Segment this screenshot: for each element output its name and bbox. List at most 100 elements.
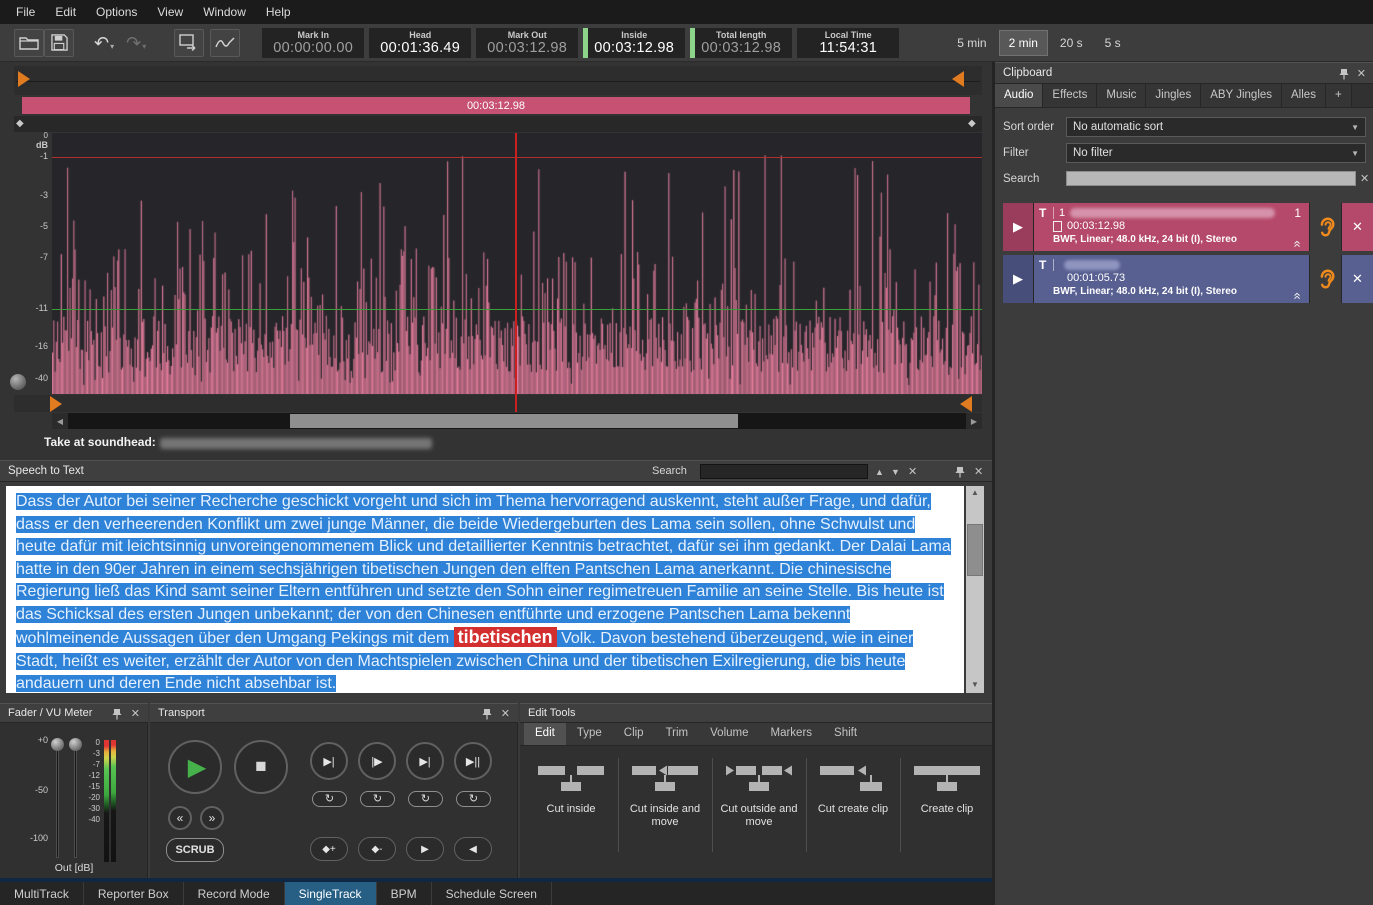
zoom-button-2min[interactable]: 2 min [999,30,1048,56]
tool-create-clip[interactable]: Create clip [900,752,994,816]
level-line[interactable] [52,309,982,310]
tab-type[interactable]: Type [566,723,613,745]
clipboard-item-2[interactable]: ▶ T 00:01:05.73 BWF, Linear; 48.0 kHz, 2… [1003,255,1373,303]
playhead[interactable] [515,133,517,412]
clipboard-tab-jingles[interactable]: Jingles [1146,84,1201,107]
speech-text-area[interactable]: Dass der Autor bei seiner Recherche gesc… [6,486,964,693]
speech-scrollbar[interactable]: ▲ ▼ [966,486,984,693]
tool-cut-outside-and-move[interactable]: Cut outside and move [712,752,806,829]
open-button[interactable] [14,29,44,57]
loop-button-2[interactable]: ↻ [360,791,395,807]
tab-clip[interactable]: Clip [613,723,655,745]
prelisten-button[interactable] [1310,203,1341,251]
prev-match-icon[interactable]: ▲ [875,467,884,477]
tab-multitrack[interactable]: MultiTrack [0,882,84,905]
pin-icon[interactable] [955,466,965,478]
clipboard-tab-alles[interactable]: Alles [1282,84,1326,107]
pin-icon[interactable] [482,708,492,720]
tool-cut-inside[interactable]: Cut inside [524,752,618,816]
scroll-left-button[interactable]: ◀ [52,413,68,429]
zoom-button-20s[interactable]: 20 s [1050,30,1093,56]
speech-scrollbar-thumb[interactable] [967,524,983,576]
redo-button[interactable]: ↷ ▾ [126,34,146,52]
collapse-chevron-icon[interactable]: « [1290,240,1305,246]
prelisten-button[interactable] [1310,255,1341,303]
speech-search-input[interactable] [700,464,868,479]
skip-back-button[interactable]: « [168,806,192,830]
tool-cut-create-clip[interactable]: Cut create clip [806,752,900,816]
play-to-mark-out-button[interactable]: ▶| [406,742,444,780]
collapse-chevron-icon[interactable]: « [1290,292,1305,298]
menu-item-edit[interactable]: Edit [45,1,86,23]
marker-diamond-right-icon[interactable]: ◆ [968,117,976,131]
sort-order-select[interactable]: No automatic sort ▼ [1066,117,1366,137]
close-panel-icon[interactable]: ✕ [131,707,140,720]
clipboard-tab-music[interactable]: Music [1097,84,1146,107]
stop-button[interactable]: ■ [234,740,288,794]
fader-track-left[interactable] [56,744,59,858]
remove-item-button[interactable]: ✕ [1342,255,1373,303]
timeline-ruler[interactable] [14,66,982,95]
menu-item-view[interactable]: View [147,1,193,23]
mark-in-flag-icon[interactable] [18,71,30,87]
loop-button-3[interactable]: ↻ [408,791,443,807]
lower-marker-strip[interactable] [14,395,982,412]
menu-item-window[interactable]: Window [193,1,256,23]
zoom-button-5s[interactable]: 5 s [1095,30,1131,56]
menu-item-help[interactable]: Help [256,1,301,23]
clipboard-tab-audio[interactable]: Audio [995,84,1043,107]
redo-dropdown-icon[interactable]: ▾ [142,42,146,52]
loop-button-4[interactable]: ↻ [456,791,491,807]
selection-duration-bar[interactable]: 00:03:12.98 [22,97,970,114]
mark-out-flag-icon[interactable] [952,71,964,87]
tab-record-mode[interactable]: Record Mode [184,882,285,905]
step-back-button[interactable]: ◀ [454,837,492,861]
mark-in-flag-bottom-icon[interactable] [50,396,62,412]
scroll-right-button[interactable]: ▶ [966,413,982,429]
play-from-mark-in-button[interactable]: ▶| [310,742,348,780]
skip-forward-button[interactable]: » [200,806,224,830]
scroll-down-icon[interactable]: ▼ [971,680,979,689]
close-panel-icon[interactable]: ✕ [1357,67,1366,80]
menu-item-file[interactable]: File [6,1,45,23]
tab-schedule-screen[interactable]: Schedule Screen [432,882,552,905]
scroll-up-icon[interactable]: ▲ [971,488,979,497]
marker-strip[interactable]: ◆ ◆ [14,116,982,132]
marker-delete-button[interactable]: ◆- [358,837,396,861]
filter-select[interactable]: No filter ▼ [1066,143,1366,163]
item-body[interactable]: T 00:01:05.73 BWF, Linear; 48.0 kHz, 24 … [1034,255,1309,303]
undo-dropdown-icon[interactable]: ▾ [110,42,114,52]
item-body[interactable]: T 1 1 00:03:12.98 BWF, Linear; 48.0 kHz,… [1034,203,1309,251]
clipboard-item-1[interactable]: ▶ T 1 1 00:03:12.98 BWF, Linear; 48.0 kH… [1003,203,1373,251]
tab-edit[interactable]: Edit [524,723,566,745]
scrub-button[interactable]: SCRUB [166,838,224,862]
clipboard-search-input[interactable] [1066,171,1356,186]
clear-search-icon[interactable]: ✕ [908,465,917,478]
fader-knob-right[interactable] [69,738,82,751]
tab-volume[interactable]: Volume [699,723,759,745]
pin-icon[interactable] [112,708,122,720]
clipboard-tab-effects[interactable]: Effects [1043,84,1097,107]
undo-button[interactable]: ↶ ▾ [94,34,114,52]
pin-icon[interactable] [1339,68,1349,80]
gain-knob[interactable] [10,374,26,390]
clipboard-tab-add[interactable]: + [1326,84,1352,107]
save-button[interactable] [44,29,74,57]
tab-shift[interactable]: Shift [823,723,868,745]
close-panel-icon[interactable]: ✕ [974,465,983,478]
play-button[interactable]: ▶ [168,740,222,794]
fader-knob-left[interactable] [51,738,64,751]
loop-button-1[interactable]: ↻ [312,791,347,807]
clipboard-tab-aby-jingles[interactable]: ABY Jingles [1201,84,1282,107]
tab-bpm[interactable]: BPM [377,882,432,905]
tab-reporter-box[interactable]: Reporter Box [84,882,184,905]
fader-track-right[interactable] [74,744,77,858]
tab-singletrack[interactable]: SingleTrack [285,882,377,905]
play-button[interactable]: ▶ [1003,203,1033,251]
next-match-icon[interactable]: ▼ [891,467,900,477]
marker-diamond-left-icon[interactable]: ◆ [16,117,24,131]
scrollbar-thumb[interactable] [290,414,738,428]
waveform-edit-button[interactable] [210,29,240,57]
tool-cut-inside-and-move[interactable]: Cut inside and move [618,752,712,829]
zoom-button-5min[interactable]: 5 min [947,30,996,56]
